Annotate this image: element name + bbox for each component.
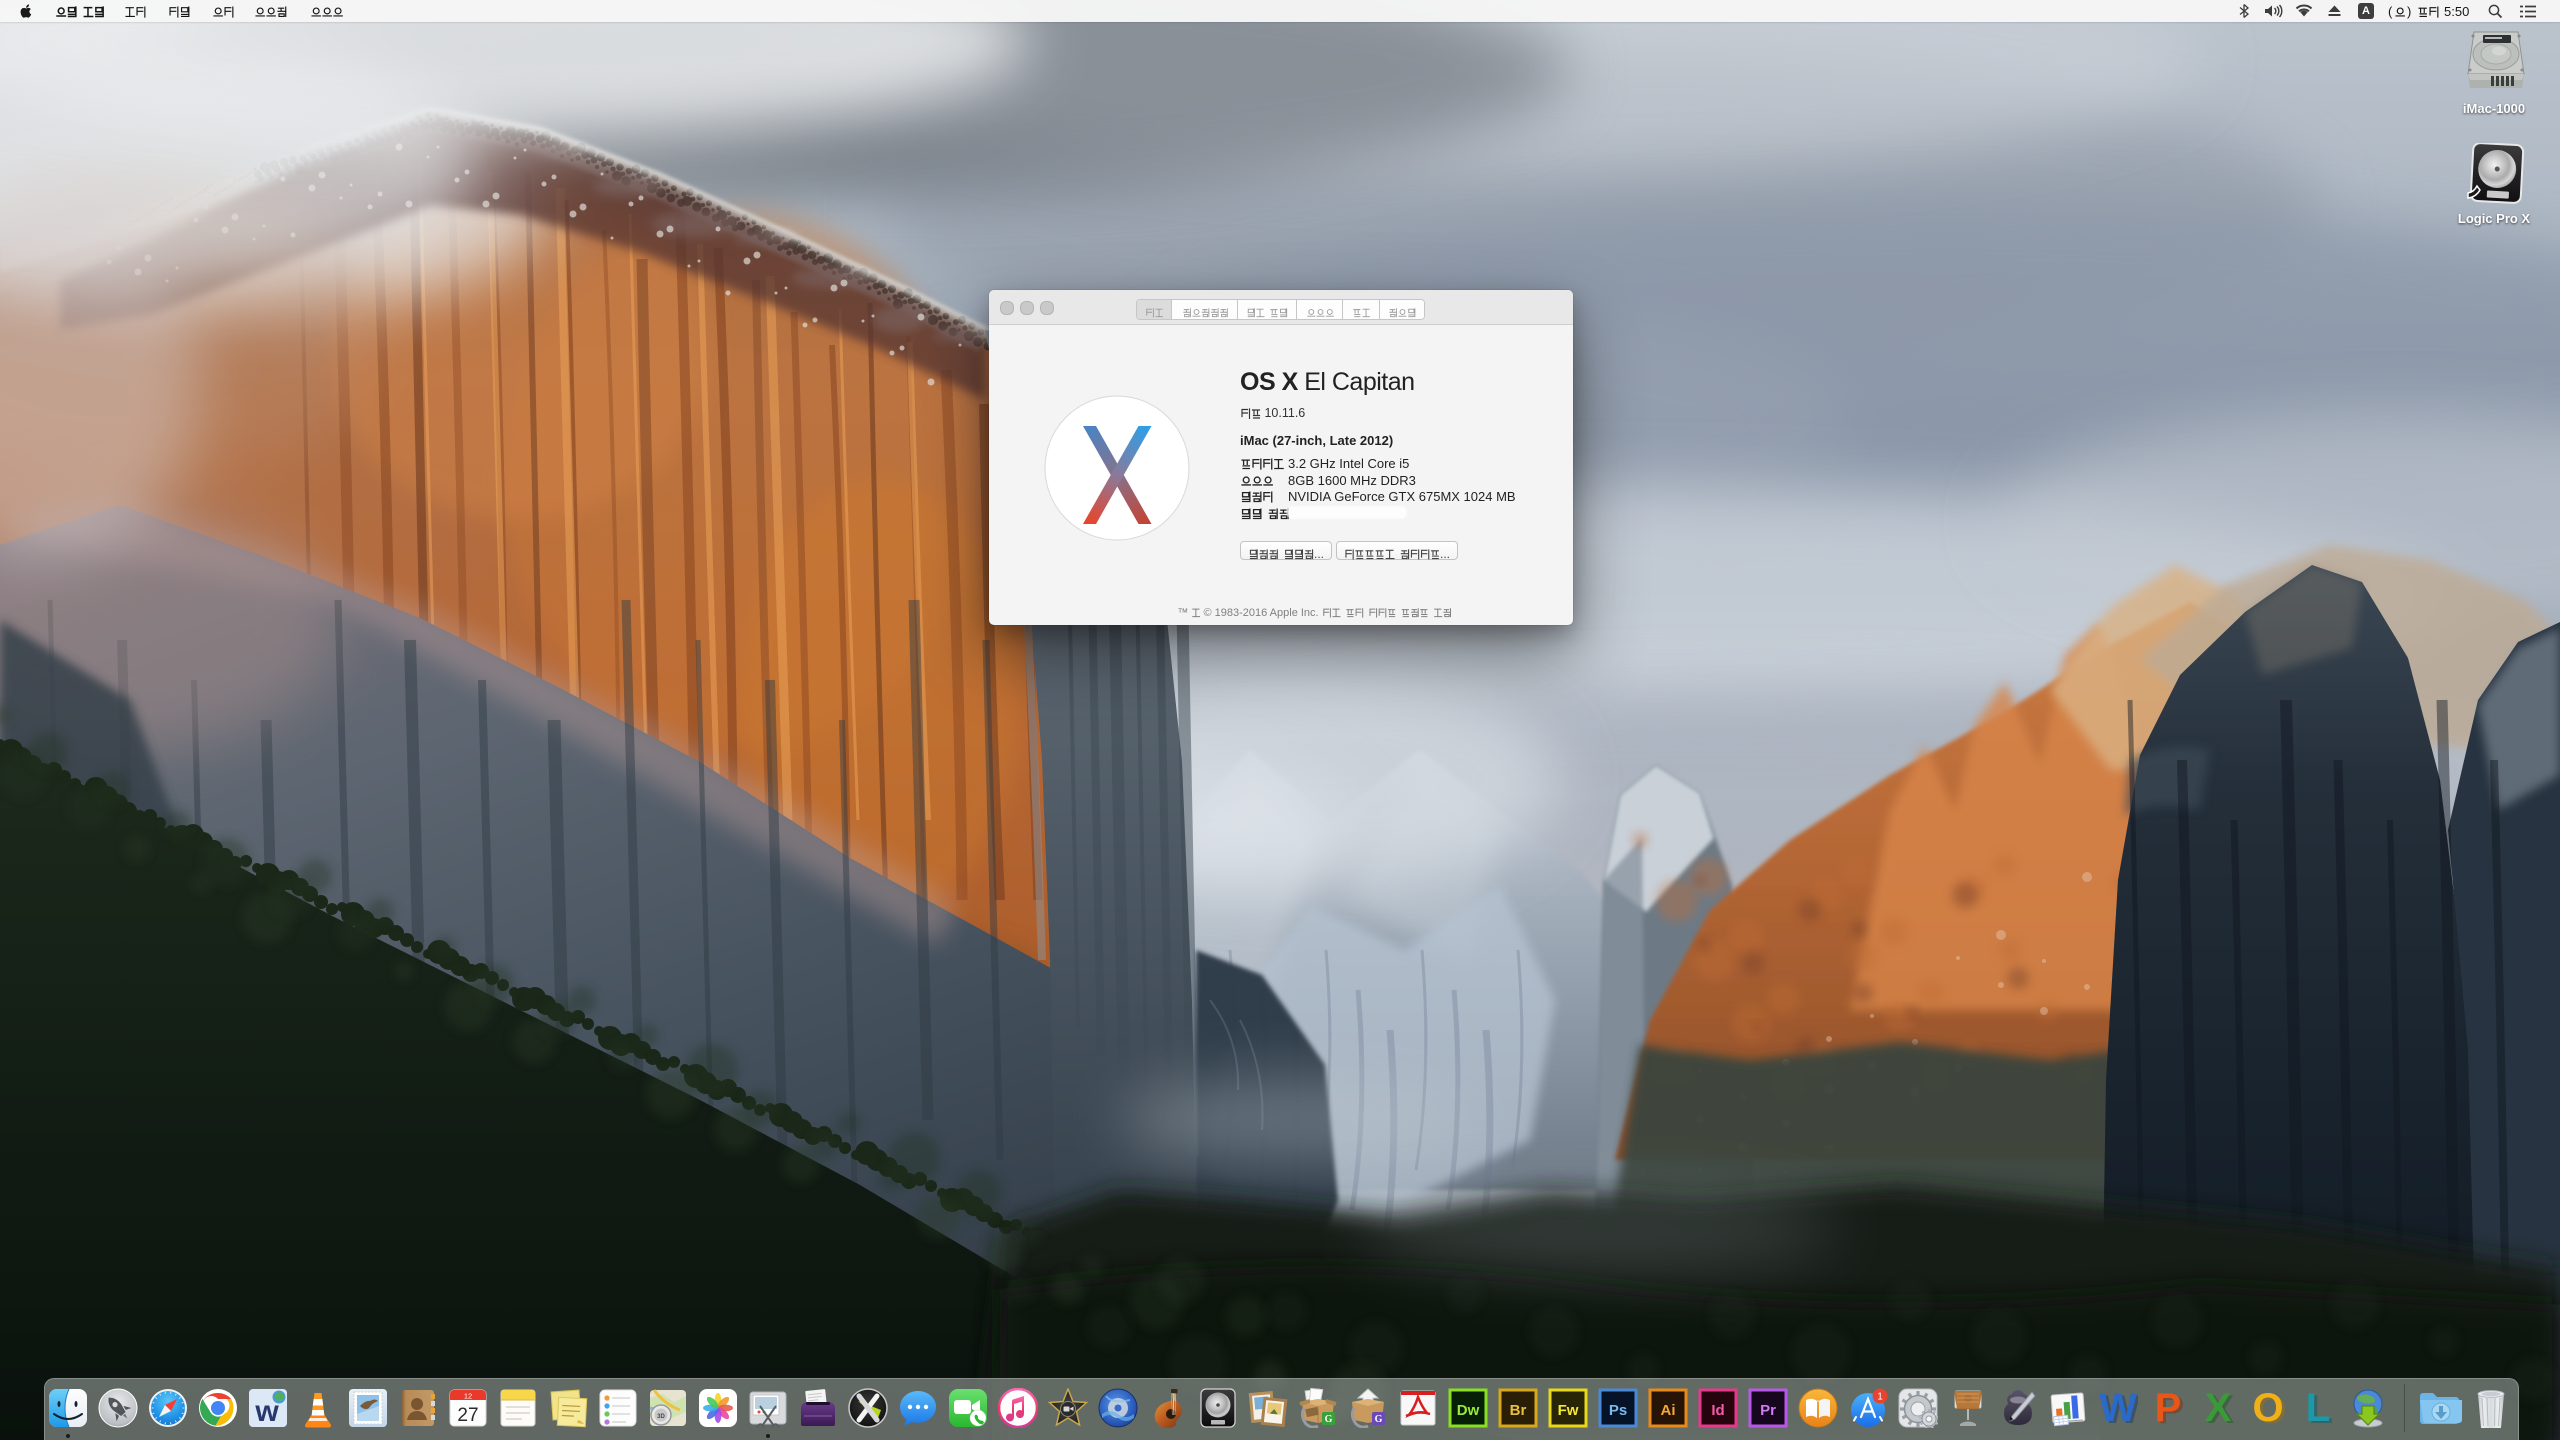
svg-text:Ai: Ai — [1661, 1402, 1676, 1419]
svg-text:L: L — [2306, 1388, 2330, 1428]
svg-text:W: W — [2099, 1388, 2137, 1428]
svg-text:P: P — [2155, 1388, 2182, 1428]
svg-text:Id: Id — [1711, 1402, 1724, 1419]
svg-text:Br: Br — [1510, 1402, 1527, 1419]
svg-text:3D: 3D — [657, 1414, 665, 1420]
svg-text:12: 12 — [464, 1392, 472, 1401]
svg-text:G: G — [1325, 1414, 1333, 1425]
svg-text:G: G — [1375, 1414, 1383, 1425]
svg-text:Pr: Pr — [1760, 1402, 1776, 1419]
svg-text:1: 1 — [1877, 1392, 1883, 1403]
svg-text:Ps: Ps — [1609, 1402, 1627, 1419]
svg-text:O: O — [2252, 1388, 2283, 1428]
svg-text:27: 27 — [457, 1405, 478, 1426]
svg-text:Fw: Fw — [1558, 1402, 1579, 1419]
svg-text:X: X — [2205, 1388, 2232, 1428]
svg-text:Dw: Dw — [1457, 1402, 1480, 1419]
